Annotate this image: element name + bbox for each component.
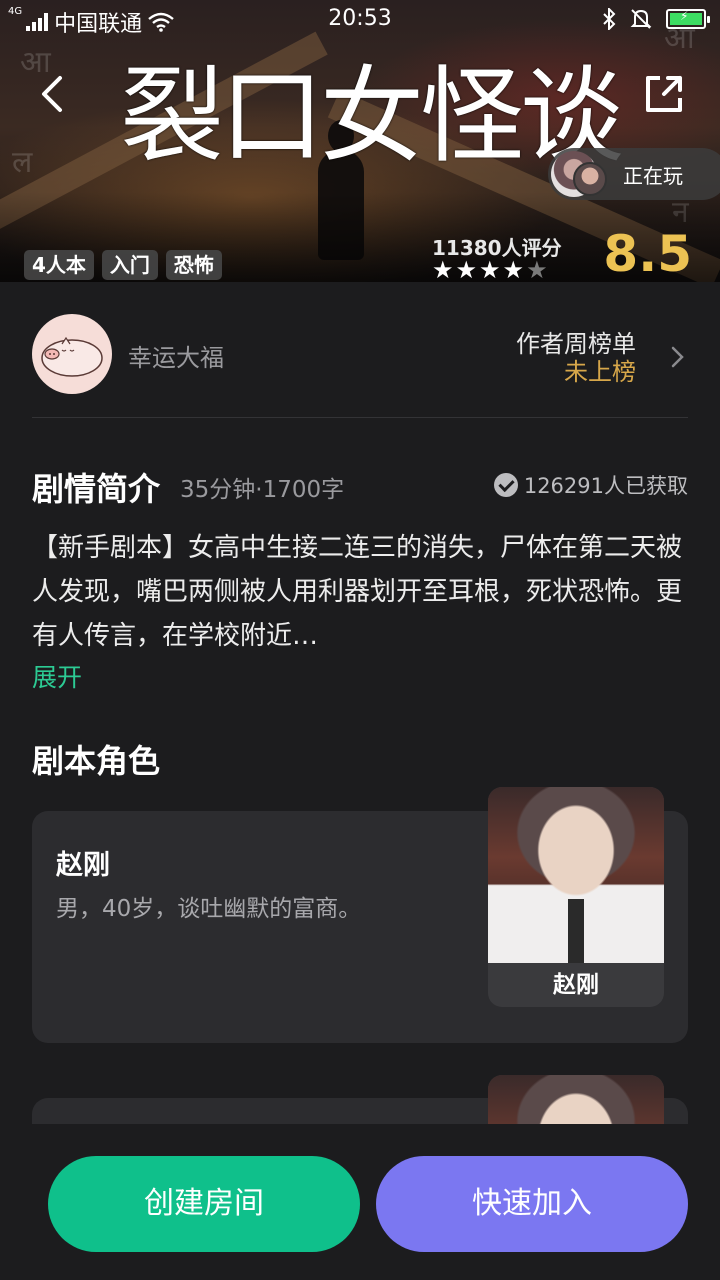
rating-score: 8.5: [603, 225, 692, 283]
star-icon: ★: [455, 256, 478, 284]
star-icon: ★: [479, 256, 501, 284]
synopsis-heading: 剧情简介: [32, 470, 161, 508]
role-name: 赵刚: [56, 850, 110, 881]
tag-list: 4人本 入门 恐怖: [24, 250, 222, 280]
expand-link[interactable]: 展开: [32, 658, 82, 694]
quick-join-button[interactable]: 快速加入: [376, 1156, 688, 1252]
star-icon: ★: [502, 256, 525, 284]
author-row[interactable]: 幸运大福 作者周榜单 未上榜: [32, 312, 688, 418]
author-name[interactable]: 幸运大福: [128, 338, 224, 373]
role-portrait-label: 赵刚: [553, 972, 599, 998]
synopsis-body: 【新手剧本】女高中生接二连三的消失，尸体在第二天被人发现，嘴巴两侧被人用利器划开…: [32, 533, 682, 651]
tag-badge: 恐怖: [165, 250, 222, 280]
chevron-right-icon: [671, 346, 684, 368]
synopsis-header: 剧情简介 35分钟·1700字 126291人已获取: [32, 464, 688, 508]
synopsis-meta: 35分钟·1700字: [180, 477, 345, 503]
check-circle-icon: [493, 473, 518, 497]
role-description: 男，40岁，谈吐幽默的富商。: [56, 896, 362, 922]
now-playing-pill[interactable]: 正在玩: [548, 148, 720, 200]
obtained-count-text: 126291人已获取: [523, 474, 688, 498]
star-icon: ★: [526, 256, 548, 284]
roles-heading: 剧本角色: [32, 742, 161, 780]
bottom-action-bar: 创建房间 快速加入: [0, 1124, 720, 1280]
tag-badge: 4人本: [24, 250, 94, 280]
share-button[interactable]: [640, 70, 688, 118]
now-playing-label: 正在玩: [623, 163, 683, 188]
tag-badge: 入门: [101, 250, 158, 280]
pig-avatar-icon: [41, 336, 103, 377]
author-rank-value: 未上榜: [564, 358, 636, 386]
chevron-left-icon: [42, 76, 62, 112]
back-button[interactable]: [34, 70, 74, 118]
obtained-count: 126291人已获取: [493, 470, 688, 500]
share-external-icon: [646, 76, 682, 112]
bluetooth-icon: [603, 8, 616, 30]
star-icon: ★: [432, 256, 454, 284]
role-portrait[interactable]: 赵刚: [488, 787, 664, 1007]
rating-stars: ★ ★ ★ ★ ★: [432, 258, 548, 282]
mute-bell-icon: [630, 9, 652, 29]
hero-art-glyph: ल: [12, 145, 33, 180]
role-portrait-image-detail: [568, 899, 584, 963]
battery-charging-icon: [666, 9, 710, 29]
author-avatar[interactable]: [32, 314, 112, 394]
status-bar: 4G 中国联通 20:53: [0, 0, 720, 40]
player-avatar: [573, 162, 607, 196]
status-right: [602, 8, 710, 30]
rating-block: 11380人评分 ★ ★ ★ ★ ★ 8.5: [432, 226, 692, 282]
create-room-button[interactable]: 创建房间: [48, 1156, 360, 1252]
